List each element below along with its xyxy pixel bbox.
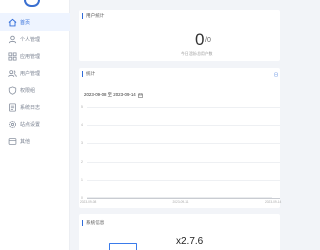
sidebar-item-label: 用户管理: [20, 70, 41, 77]
card-title-marker: [82, 13, 83, 19]
users-icon: [8, 69, 17, 78]
shield-icon: [8, 85, 17, 95]
grid-line: [87, 161, 280, 163]
sidebar-item-permissions[interactable]: 权限组: [0, 81, 70, 99]
log-icon: [8, 102, 17, 112]
user-stats-card: 用户统计 0 /0 今日活跃/总用户数: [79, 10, 280, 61]
stats-description: 今日活跃/总用户数: [181, 52, 213, 56]
sidebar-item-label: 应用管理: [20, 53, 41, 60]
y-tick-label: 4: [81, 123, 83, 128]
user-icon: [8, 35, 17, 44]
sidebar-item-personal[interactable]: 个人管理: [0, 30, 70, 48]
card-title: 统计: [86, 71, 96, 76]
grid-line: [87, 179, 280, 181]
y-tick-label: 2: [81, 159, 83, 164]
sidebar-item-label: 权限组: [20, 87, 36, 94]
sidebar-item-apps[interactable]: 应用管理: [0, 47, 70, 65]
y-tick-label: 5: [81, 105, 83, 109]
grid-line: [87, 125, 280, 127]
card-title: 系统信息: [86, 220, 105, 225]
system-graphic: [109, 243, 137, 250]
active-users-value: 0: [195, 30, 205, 49]
settings-icon: [8, 120, 17, 129]
statistics-card: 统计 日: [79, 68, 280, 208]
date-range-picker[interactable]: 2023-09-08 至 2023-09-14: [84, 91, 143, 99]
grid-line: [87, 107, 280, 108]
sidebar-item-label: 站点设置: [20, 121, 41, 128]
sidebar-item-label: 首页: [20, 19, 31, 26]
version-text: x2.7.6: [176, 236, 204, 247]
card-title: 用户统计: [86, 13, 105, 18]
grid-line: [87, 143, 280, 145]
y-tick-label: 3: [81, 141, 83, 146]
tab-day[interactable]: 日: [274, 72, 278, 78]
sidebar: 首页 个人管理 应用管理 用户管理 权限组 系统日志 站点设置 其他: [0, 0, 70, 250]
more-icon: [8, 137, 17, 146]
card-title-marker: [82, 220, 83, 226]
logo-icon: [24, 0, 40, 7]
x-tick-label: 2023-09-11: [172, 200, 189, 204]
card-title-marker: [82, 71, 83, 77]
sidebar-item-label: 个人管理: [20, 36, 41, 43]
total-users-value: /0: [205, 37, 211, 44]
x-axis-line: [87, 198, 280, 199]
sidebar-item-users[interactable]: 用户管理: [0, 64, 70, 82]
home-icon: [8, 18, 17, 27]
sidebar-item-site-settings[interactable]: 站点设置: [0, 115, 70, 133]
sidebar-item-other[interactable]: 其他: [0, 132, 70, 150]
calendar-icon: [138, 92, 143, 98]
sidebar-item-logs[interactable]: 系统日志: [0, 98, 70, 116]
sidebar-item-home[interactable]: 首页: [0, 13, 70, 31]
date-range-text: 2023-09-08 至 2023-09-14: [84, 92, 136, 97]
app-grid-icon: [8, 51, 17, 61]
sidebar-item-label: 其他: [20, 138, 31, 145]
sidebar-item-label: 系统日志: [20, 104, 41, 111]
x-tick-label: 2023-09-14: [265, 200, 282, 204]
x-tick-label: 2023-09-08: [80, 200, 97, 204]
y-tick-label: 1: [81, 177, 83, 182]
